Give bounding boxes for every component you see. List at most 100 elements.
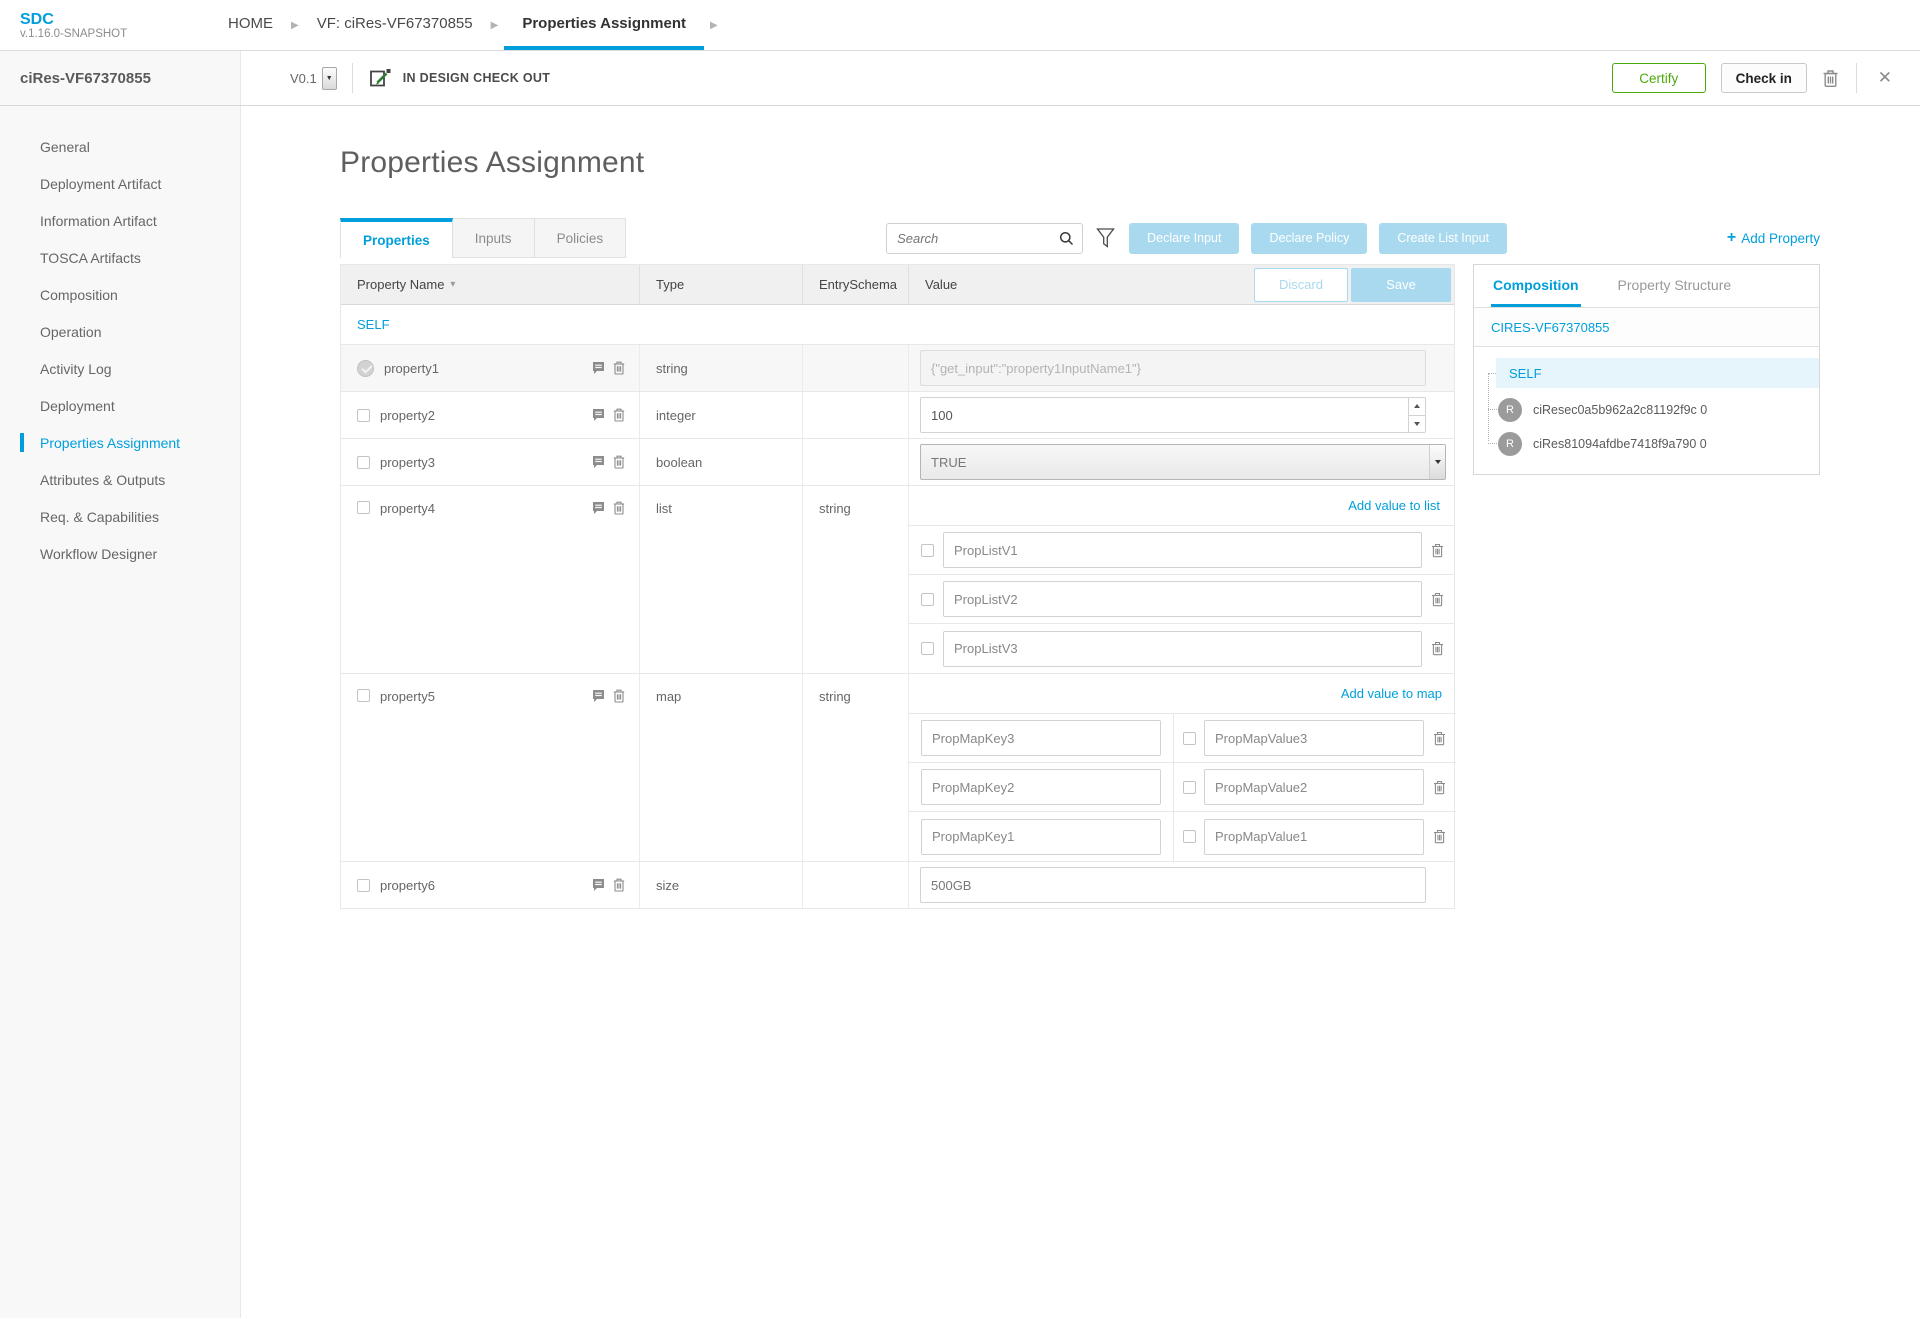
delete-property-icon[interactable] [613, 455, 625, 469]
table-row-property3: property3 boolean TRUE [341, 439, 1454, 486]
tab-property-structure[interactable]: Property Structure [1616, 265, 1734, 307]
certify-button[interactable]: Certify [1611, 63, 1706, 93]
property-checkbox[interactable] [357, 408, 370, 422]
number-spinner[interactable] [1408, 398, 1425, 432]
spinner-down-icon[interactable] [1409, 416, 1425, 433]
map-key-input[interactable] [921, 720, 1161, 756]
delete-property-icon[interactable] [613, 501, 625, 515]
tab-composition[interactable]: Composition [1491, 265, 1581, 307]
delete-map-entry-icon[interactable] [1433, 731, 1446, 746]
list-item-input[interactable] [943, 581, 1422, 617]
property-checkbox[interactable] [357, 501, 370, 514]
add-value-to-map-link[interactable]: Add value to map [1341, 686, 1442, 701]
filter-funnel-icon[interactable] [1096, 227, 1115, 250]
property-checkbox[interactable] [357, 878, 370, 892]
tab-properties[interactable]: Properties [340, 218, 453, 258]
comment-icon[interactable] [592, 689, 605, 703]
delete-trash-icon[interactable] [1822, 69, 1839, 88]
delete-list-item-icon[interactable] [1431, 592, 1444, 607]
map-entry-checkbox[interactable] [1183, 830, 1196, 843]
version-label: V0.1 [290, 70, 317, 86]
tree-node-resource[interactable]: R ciResec0a5b962a2c81192f9c 0 [1488, 397, 1819, 422]
delete-list-item-icon[interactable] [1431, 543, 1444, 558]
declare-policy-button[interactable]: Declare Policy [1251, 222, 1368, 254]
list-item-checkbox[interactable] [921, 543, 934, 557]
tab-inputs[interactable]: Inputs [452, 218, 535, 258]
row-icons [592, 361, 629, 375]
delete-property-icon[interactable] [613, 878, 625, 892]
sidebar-item-properties-assignment[interactable]: Properties Assignment [0, 424, 240, 461]
hierarchy-tree: SELF R ciResec0a5b962a2c81192f9c 0 R ciR… [1474, 347, 1819, 474]
sidebar-item-attributes-outputs[interactable]: Attributes & Outputs [0, 461, 240, 498]
sidebar-item-composition[interactable]: Composition [0, 276, 240, 313]
property-value-cell [909, 862, 1454, 908]
add-value-to-list-link[interactable]: Add value to list [1348, 498, 1440, 513]
column-header-property-name[interactable]: Property Name ▾ [341, 265, 640, 304]
spinner-up-icon[interactable] [1409, 398, 1425, 416]
list-item-input[interactable] [943, 630, 1422, 667]
hierarchy-tabs: Composition Property Structure [1474, 265, 1819, 308]
version-select[interactable]: ▼ [321, 66, 337, 90]
list-item [909, 624, 1454, 673]
list-item-input[interactable] [943, 532, 1422, 568]
property2-number-input[interactable]: 100 [920, 397, 1426, 433]
comment-icon[interactable] [592, 455, 605, 469]
comment-icon[interactable] [592, 408, 605, 422]
property6-value-input[interactable] [920, 867, 1426, 903]
save-button[interactable]: Save [1351, 267, 1451, 302]
breadcrumb-home[interactable]: HOME [216, 0, 285, 50]
delete-map-entry-icon[interactable] [1433, 780, 1446, 795]
sidebar-item-activity-log[interactable]: Activity Log [0, 350, 240, 387]
close-icon[interactable]: ✕ [1874, 68, 1896, 88]
comment-icon[interactable] [592, 361, 605, 375]
map-entry-checkbox[interactable] [1183, 731, 1196, 745]
delete-property-icon[interactable] [613, 689, 625, 703]
hierarchy-root[interactable]: CIRES-VF67370855 [1474, 308, 1819, 347]
breadcrumb-properties-assignment[interactable]: Properties Assignment [504, 0, 704, 50]
chevron-down-icon: ▼ [325, 74, 333, 82]
delete-property-icon[interactable] [613, 361, 625, 375]
sort-caret-icon: ▾ [450, 279, 456, 290]
checkout-pencil-icon [368, 67, 393, 90]
map-key-input[interactable] [921, 818, 1161, 855]
property3-boolean-select[interactable]: TRUE [920, 444, 1446, 480]
tab-policies[interactable]: Policies [534, 218, 627, 258]
comment-icon[interactable] [592, 501, 605, 515]
breadcrumb-vf[interactable]: VF: ciRes-VF67370855 [305, 0, 485, 50]
tree-node-self[interactable]: SELF [1488, 358, 1819, 388]
map-value-input[interactable] [1204, 769, 1424, 805]
sidebar-item-deployment-artifact[interactable]: Deployment Artifact [0, 165, 240, 202]
sdc-logo[interactable]: SDC v.1.16.0-SNAPSHOT [0, 0, 216, 50]
sidebar-item-deployment[interactable]: Deployment [0, 387, 240, 424]
sidebar-item-general[interactable]: General [0, 128, 240, 165]
delete-list-item-icon[interactable] [1431, 641, 1444, 656]
delete-map-entry-icon[interactable] [1433, 829, 1446, 844]
sidebar-item-workflow-designer[interactable]: Workflow Designer [0, 535, 240, 572]
sidebar-item-tosca-artifacts[interactable]: TOSCA Artifacts [0, 239, 240, 276]
delete-property-icon[interactable] [613, 408, 625, 422]
row-icons [592, 689, 629, 703]
declare-input-button[interactable]: Declare Input [1129, 222, 1240, 254]
logo-version: v.1.16.0-SNAPSHOT [20, 27, 128, 40]
check-in-button[interactable]: Check in [1720, 63, 1807, 93]
map-value-input[interactable] [1204, 720, 1424, 756]
comment-icon[interactable] [592, 878, 605, 892]
map-divider [1173, 714, 1174, 762]
map-value-input[interactable] [1204, 818, 1424, 855]
tree-node-resource[interactable]: R ciRes81094afdbe7418f9a790 0 [1488, 431, 1819, 456]
list-item-checkbox[interactable] [921, 592, 934, 606]
list-item-checkbox[interactable] [921, 642, 934, 655]
add-property-button[interactable]: + Add Property [1727, 229, 1820, 247]
logo-title: SDC [20, 10, 54, 28]
sidebar-item-operation[interactable]: Operation [0, 313, 240, 350]
map-key-input[interactable] [921, 769, 1161, 805]
sidebar-item-information-artifact[interactable]: Information Artifact [0, 202, 240, 239]
property-checkbox[interactable] [357, 689, 370, 702]
sidebar-item-req-capabilities[interactable]: Req. & Capabilities [0, 498, 240, 535]
create-list-input-button[interactable]: Create List Input [1379, 222, 1508, 254]
property-checkbox[interactable] [357, 455, 370, 469]
map-entry-checkbox[interactable] [1183, 780, 1196, 794]
search-input[interactable] [897, 230, 1060, 246]
discard-button[interactable]: Discard [1254, 267, 1348, 302]
entity-toolbar: ciRes-VF67370855 V0.1 ▼ IN DESIGN CHECK … [0, 51, 1920, 106]
